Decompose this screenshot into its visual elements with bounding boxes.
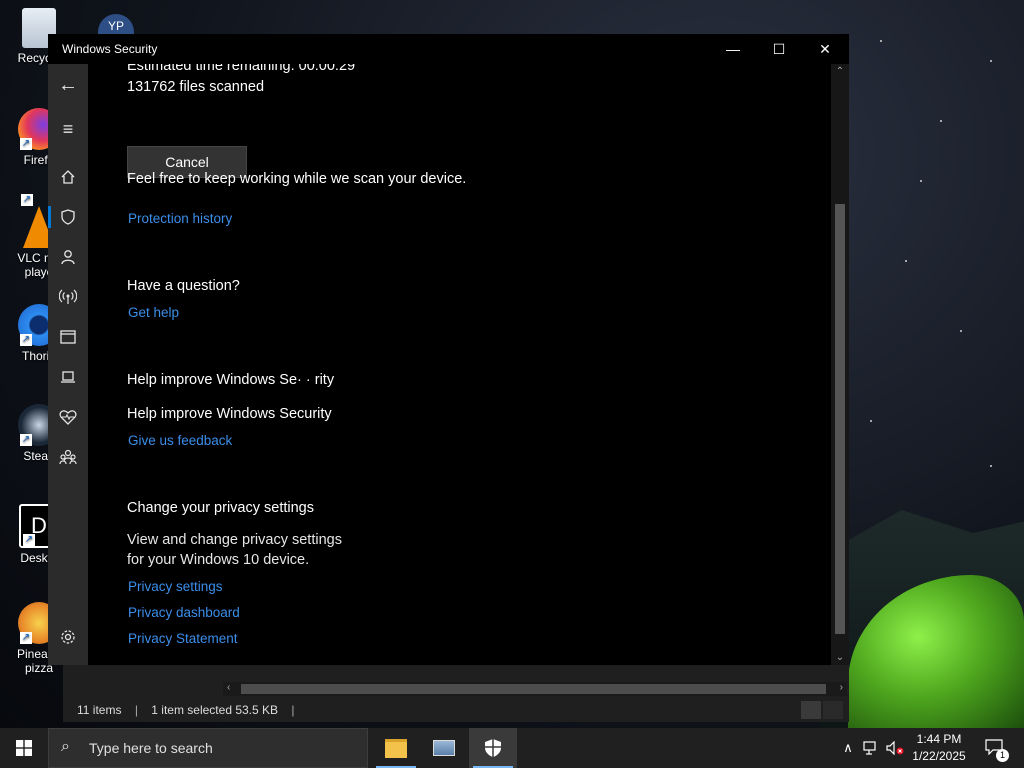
minimize-button[interactable]: —	[710, 34, 756, 64]
taskbar-windows-security[interactable]	[469, 728, 517, 768]
privacy-heading: Change your privacy settings	[127, 500, 314, 516]
volume-muted-icon[interactable]	[884, 728, 906, 768]
item-count: 11 items	[77, 703, 122, 717]
nav-sidebar: ← ≡	[48, 64, 88, 665]
family-options-icon[interactable]	[48, 440, 88, 474]
search-placeholder: Type here to search	[89, 740, 213, 756]
shield-icon[interactable]	[48, 200, 88, 234]
improve-ghost-heading: Help improve Windows Se· · rity	[127, 372, 335, 388]
large-icons-view-button[interactable]	[823, 701, 843, 719]
clock-time: 1:44 PM	[916, 732, 962, 746]
privacy-dashboard-link[interactable]: Privacy dashboard	[128, 605, 240, 620]
privacy-settings-link[interactable]: Privacy settings	[128, 579, 223, 594]
search-icon: ⌕	[61, 738, 70, 755]
details-view-button[interactable]	[801, 701, 821, 719]
window-title: Windows Security	[62, 42, 158, 56]
start-button[interactable]	[0, 728, 48, 768]
computer-icon	[433, 740, 455, 756]
privacy-description-line1: View and change privacy settings	[127, 532, 342, 548]
device-health-heart-icon[interactable]	[48, 400, 88, 434]
title-bar[interactable]: Windows Security — ☐ ✕	[48, 34, 849, 64]
taskbar: ⌕ Type here to search ∧ 1:44 PM 1/22/202…	[0, 728, 1024, 768]
horizontal-scrollbar[interactable]: ‹ ›	[223, 682, 847, 696]
selection-info: 1 item selected 53.5 KB	[151, 703, 279, 717]
account-person-icon[interactable]	[48, 240, 88, 274]
get-help-link[interactable]: Get help	[128, 305, 179, 320]
scroll-left-icon[interactable]: ‹	[227, 682, 230, 693]
folder-icon	[385, 738, 407, 758]
vpn-icon-partial[interactable]: YP	[98, 14, 134, 34]
privacy-description-line2: for your Windows 10 device.	[127, 552, 310, 568]
keep-working-text: Feel free to keep working while we scan …	[127, 171, 467, 187]
status-divider: |	[291, 703, 295, 717]
notification-icon: 1	[985, 738, 1009, 762]
give-feedback-link[interactable]: Give us feedback	[128, 433, 232, 448]
status-divider: |	[134, 703, 138, 717]
windows-security-window: Windows Security — ☐ ✕ ← ≡ Estimated tim…	[48, 34, 849, 665]
shield-icon	[485, 739, 501, 757]
taskbar-file-explorer[interactable]	[372, 728, 420, 768]
notification-count-badge: 1	[996, 748, 1009, 762]
home-icon[interactable]	[48, 160, 88, 194]
taskbar-this-pc[interactable]	[420, 728, 468, 768]
firewall-network-icon[interactable]	[48, 280, 88, 314]
close-button[interactable]: ✕	[802, 34, 848, 64]
maximize-button[interactable]: ☐	[756, 34, 802, 64]
question-heading: Have a question?	[127, 278, 240, 294]
file-explorer-window: ‹ › 11 items | 1 item selected 53.5 KB |	[63, 664, 849, 722]
scroll-right-icon[interactable]: ›	[840, 682, 843, 693]
app-browser-control-icon[interactable]	[48, 320, 88, 354]
scan-content-pane: Estimated time remaining: 00:00:29 13176…	[88, 64, 831, 665]
vertical-scrollbar-thumb[interactable]	[835, 204, 845, 634]
windows-logo-icon	[16, 740, 32, 756]
scroll-up-icon[interactable]: ⌃	[831, 66, 849, 77]
network-icon[interactable]	[860, 728, 882, 768]
device-security-laptop-icon[interactable]	[48, 360, 88, 394]
time-remaining-text: Estimated time remaining: 00:00:29	[127, 64, 356, 74]
taskbar-clock[interactable]: 1:44 PM 1/22/2025	[906, 731, 972, 765]
scroll-down-icon[interactable]: ⌄	[831, 652, 849, 663]
protection-history-link[interactable]: Protection history	[128, 211, 232, 226]
privacy-statement-link[interactable]: Privacy Statement	[128, 631, 238, 646]
files-scanned-text: 131762 files scanned	[127, 79, 265, 95]
explorer-status-bar: 11 items | 1 item selected 53.5 KB |	[63, 698, 849, 722]
vertical-scrollbar[interactable]: ⌃ ⌄	[831, 64, 849, 665]
settings-gear-icon[interactable]	[48, 620, 88, 654]
improve-heading: Help improve Windows Security	[127, 406, 332, 422]
back-arrow-icon[interactable]: ←	[48, 68, 88, 102]
show-hidden-icons-chevron-icon[interactable]: ∧	[838, 728, 858, 768]
clock-date: 1/22/2025	[912, 749, 966, 763]
action-center-button[interactable]: 1	[980, 728, 1009, 768]
taskbar-search-box[interactable]: ⌕ Type here to search	[48, 728, 368, 768]
hamburger-menu-icon[interactable]: ≡	[48, 112, 88, 146]
horizontal-scrollbar-thumb[interactable]	[241, 684, 826, 694]
